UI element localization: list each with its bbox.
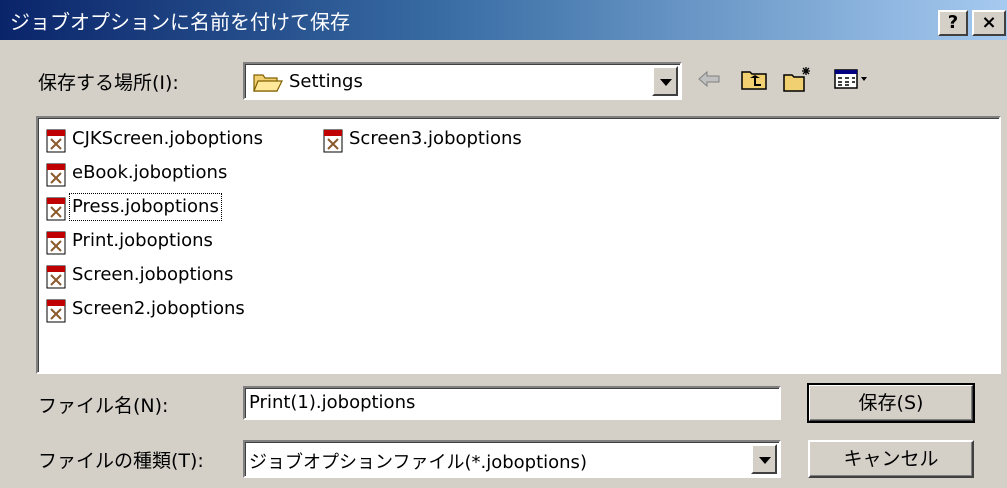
help-button[interactable]: ? xyxy=(938,10,968,36)
joboptions-file-icon xyxy=(46,197,66,221)
joboptions-file-icon xyxy=(46,265,66,289)
file-name: Screen2.joboptions xyxy=(72,298,245,319)
joboptions-file-icon xyxy=(323,129,343,153)
save-in-label: 保存する場所(I): xyxy=(38,72,179,94)
window-title: ジョブオプションに名前を付けて保存 xyxy=(10,10,350,34)
file-name: Screen3.joboptions xyxy=(349,128,522,149)
chevron-down-icon xyxy=(759,457,771,464)
file-name-label: ファイル名(N): xyxy=(38,395,169,417)
new-folder-icon[interactable] xyxy=(782,64,812,94)
file-name-value: Print(1).joboptions xyxy=(249,392,416,413)
file-name-input[interactable]: Print(1).joboptions xyxy=(243,386,781,420)
file-type-value: ジョブオプションファイル(*.joboptions) xyxy=(249,452,587,473)
chevron-down-icon xyxy=(660,79,672,86)
joboptions-file-icon xyxy=(46,299,66,323)
cancel-button[interactable]: キャンセル xyxy=(808,440,974,478)
save-in-value: Settings xyxy=(289,71,363,92)
save-button[interactable]: 保存(S) xyxy=(807,383,975,423)
save-in-dropdown[interactable]: Settings xyxy=(243,62,682,100)
file-name-focused: Press.joboptions xyxy=(69,193,222,221)
file-type-dropdown-button[interactable] xyxy=(751,444,777,474)
file-name: eBook.joboptions xyxy=(72,162,228,183)
file-type-label: ファイルの種類(T): xyxy=(38,450,204,472)
save-in-dropdown-button[interactable] xyxy=(652,66,678,96)
folder-icon xyxy=(253,74,283,92)
joboptions-file-icon xyxy=(46,163,66,187)
title-bar[interactable]: ジョブオプションに名前を付けて保存 ? × xyxy=(0,0,1007,40)
file-list[interactable]: CJKScreen.joboptions Screen3.joboptions … xyxy=(36,116,1001,374)
joboptions-file-icon xyxy=(46,231,66,255)
up-one-level-icon[interactable] xyxy=(740,64,770,94)
save-dialog: ジョブオプションに名前を付けて保存 ? × 保存する場所(I): Setting… xyxy=(0,0,1007,488)
joboptions-file-icon xyxy=(46,129,66,153)
file-name: Print.joboptions xyxy=(72,230,213,251)
close-button[interactable]: × xyxy=(972,10,1006,36)
file-name: Screen.joboptions xyxy=(72,264,234,285)
back-arrow-icon[interactable] xyxy=(694,64,724,94)
file-name: CJKScreen.joboptions xyxy=(72,128,264,149)
view-menu-icon[interactable] xyxy=(832,64,872,94)
file-type-dropdown[interactable]: ジョブオプションファイル(*.joboptions) xyxy=(243,440,781,478)
